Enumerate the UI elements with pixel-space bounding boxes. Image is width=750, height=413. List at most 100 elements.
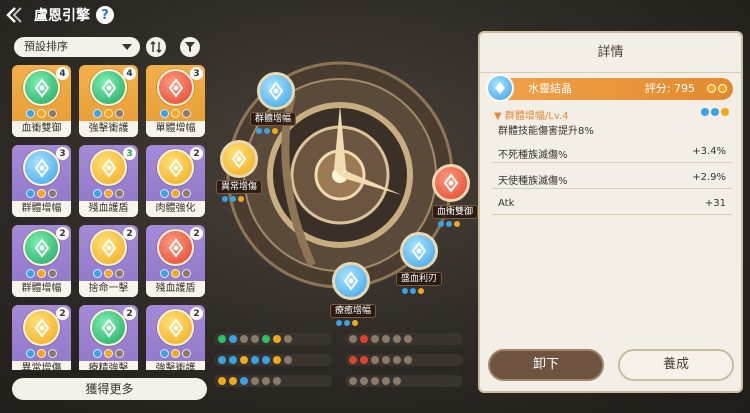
slot-combination-row	[345, 354, 463, 366]
rune-card[interactable]: 2 殘血護盾	[146, 225, 205, 297]
filter-button[interactable]	[180, 37, 200, 57]
header: 盧恩引擎 ?	[6, 4, 114, 26]
slot-combination-row	[214, 354, 332, 366]
rune-orb-icon	[23, 149, 60, 186]
rune-card-label: 殘血護盾	[79, 201, 138, 217]
sort-label: 預設排序	[24, 40, 68, 53]
stat-name: 天使種族滅傷%	[498, 176, 568, 187]
rune-orb-icon	[23, 69, 60, 106]
engine-slot-dots	[336, 320, 358, 326]
help-icon[interactable]: ?	[96, 6, 114, 24]
rune-slot-dots	[79, 349, 138, 358]
rune-card[interactable]: 4 血衝雙御	[12, 65, 71, 137]
rune-slot-dots	[12, 189, 71, 198]
rune-card[interactable]: 3 單體增幅	[146, 65, 205, 137]
stat-row: Atk +31	[492, 193, 732, 215]
slot-combination-row	[345, 375, 463, 387]
rune-orb-icon	[23, 309, 60, 346]
engine-slot-label: 血衝雙御	[432, 205, 479, 219]
rune-card-label: 血衝雙御	[12, 121, 71, 137]
rune-card-label: 肉體強化	[146, 201, 205, 217]
skill-dots	[701, 108, 729, 116]
rune-count-badge: 2	[190, 227, 203, 240]
skill-description: 群體技能傷害提升8%	[498, 126, 594, 137]
rune-card[interactable]: 2 強擊衝護	[146, 305, 205, 370]
sort-order-button[interactable]	[146, 37, 166, 57]
engine-slot-rune[interactable]	[332, 262, 370, 300]
rune-count-badge: 2	[190, 147, 203, 160]
engine-slot-rune[interactable]	[220, 140, 258, 178]
rune-orb-icon	[90, 69, 127, 106]
gem-score: 評分: 795	[644, 82, 695, 95]
rune-slot-dots	[146, 189, 205, 198]
rune-card-label: 強擊衝護	[146, 361, 205, 370]
rune-slot-dots	[79, 109, 138, 118]
back-arrow-icon[interactable]	[6, 6, 28, 24]
rune-slot-dots	[146, 269, 205, 278]
rune-count-badge: 2	[190, 307, 203, 320]
rune-orb-icon	[157, 309, 194, 346]
rune-orb-icon	[231, 149, 247, 169]
detail-title: 詳情	[480, 33, 741, 73]
stat-name: 不死種族滅傷%	[498, 150, 568, 161]
rune-card[interactable]: 2 捨命一擊	[79, 225, 138, 297]
stat-value: +2.9%	[692, 172, 726, 183]
rune-count-badge: 4	[123, 67, 136, 80]
rune-slot-dots	[79, 269, 138, 278]
rune-slot-dots	[12, 109, 71, 118]
page-title: 盧恩引擎	[34, 8, 90, 24]
sort-dropdown[interactable]: 預設排序	[14, 37, 140, 57]
rune-card[interactable]: 2 療精強擊	[79, 305, 138, 370]
rune-orb-icon	[411, 241, 427, 261]
engine-slot-label: 群體增幅	[250, 112, 297, 126]
engine-slot-rune[interactable]	[432, 164, 470, 202]
rune-card-label: 殘血護盾	[146, 281, 205, 297]
engine-slot-label: 盛血利刃	[396, 272, 443, 286]
rune-count-badge: 2	[56, 307, 69, 320]
rune-orb-icon	[443, 173, 459, 193]
rune-count-badge: 3	[123, 147, 136, 160]
rune-card-grid: 4 血衝雙御 4 強擊衝護 3 單體增幅 3 群體增幅 3 殘血護盾 2 肉體強化 2 群體增幅 2 捨命一擊…	[12, 65, 207, 370]
rune-slot-dots	[146, 109, 205, 118]
detail-panel: 詳情 水靈結晶 評分: 795 ▼ 群體增幅/Lv.4 群體技能傷害提升8% 不…	[478, 31, 743, 393]
rune-card[interactable]: 3 群體增幅	[12, 145, 71, 217]
slot-combination-row	[214, 333, 332, 345]
stat-row: 天使種族滅傷% +2.9%	[492, 167, 732, 189]
skill-name-text: 群體增幅/Lv.4	[504, 111, 569, 122]
unequip-button[interactable]: 卸下	[488, 349, 604, 381]
rune-orb-icon	[343, 271, 359, 291]
gem-slot-dots	[707, 84, 727, 93]
slot-combination-row	[345, 333, 463, 345]
rune-card[interactable]: 4 強擊衝護	[79, 65, 138, 137]
engine-slot-label: 療癒增幅	[330, 304, 377, 318]
slot-combination-row	[214, 375, 332, 387]
engine-slot-label: 異常增傷	[216, 180, 263, 194]
rune-card-label: 群體增幅	[12, 201, 71, 217]
engine-slot-rune[interactable]	[257, 72, 295, 110]
engine-slot-rune[interactable]	[400, 232, 438, 270]
rune-card-label: 捨命一擊	[79, 281, 138, 297]
rune-card[interactable]: 2 群體增幅	[12, 225, 71, 297]
rune-count-badge: 3	[190, 67, 203, 80]
rune-slot-dots	[12, 269, 71, 278]
rune-slot-dots	[12, 349, 71, 358]
rune-card-label: 群體增幅	[12, 281, 71, 297]
rune-slot-dots	[146, 349, 205, 358]
rune-orb-icon	[90, 309, 127, 346]
stat-name: Atk	[498, 198, 515, 209]
skill-name: ▼ 群體增幅/Lv.4	[494, 111, 569, 122]
rune-count-badge: 2	[123, 227, 136, 240]
rune-orb-icon	[157, 149, 194, 186]
engine-slot-dots	[402, 288, 424, 294]
rune-card-label: 強擊衝護	[79, 121, 138, 137]
filter-icon	[185, 42, 195, 52]
rune-card[interactable]: 2 異常增傷	[12, 305, 71, 370]
rune-count-badge: 4	[56, 67, 69, 80]
rune-card[interactable]: 2 肉體強化	[146, 145, 205, 217]
rune-orb-icon	[157, 69, 194, 106]
rune-orb-icon	[90, 229, 127, 266]
engine-slot-dots	[256, 128, 278, 134]
rune-card[interactable]: 3 殘血護盾	[79, 145, 138, 217]
cultivate-button[interactable]: 養成	[618, 349, 734, 381]
get-more-button[interactable]: 獲得更多	[12, 378, 207, 400]
